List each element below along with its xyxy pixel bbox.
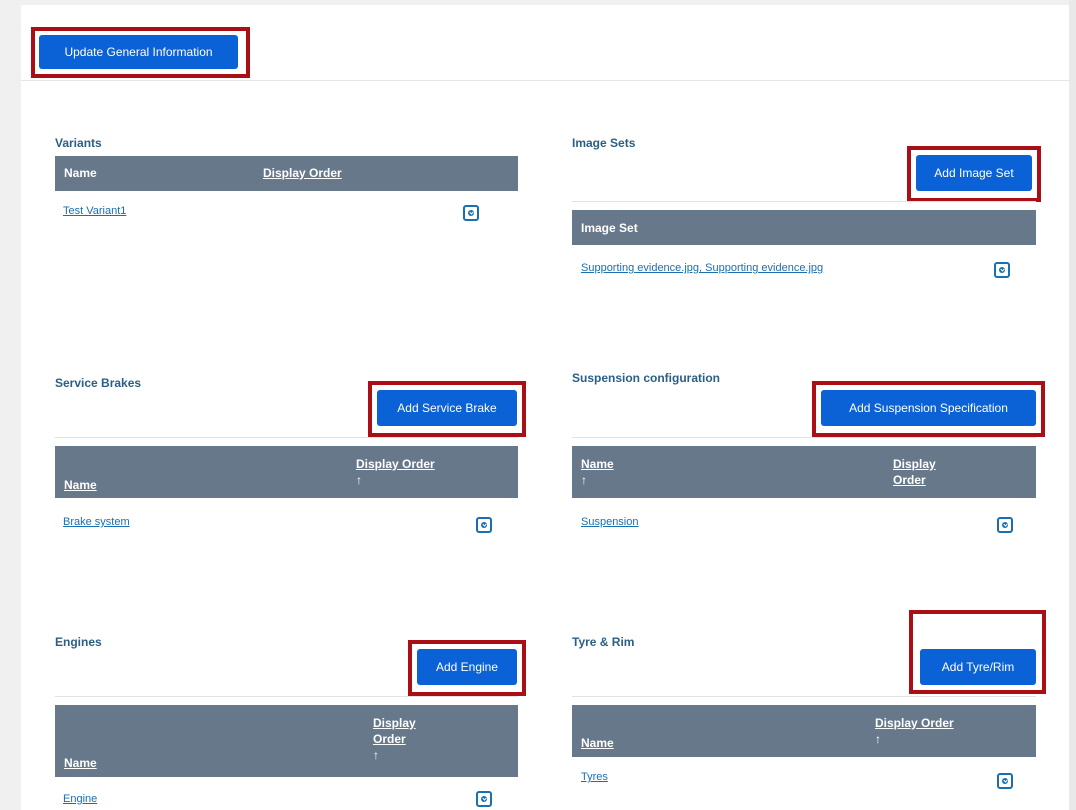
engine-row-link[interactable]: Engine — [63, 793, 97, 805]
variant-row-link[interactable]: Test Variant1 — [63, 205, 126, 217]
suspension-divider — [572, 437, 1036, 438]
engine-row-dropdown-icon[interactable] — [476, 791, 492, 807]
suspension-row-dropdown-icon[interactable] — [997, 517, 1013, 533]
image-sets-table-header: Image Set — [572, 210, 1036, 245]
tyre-rim-title: Tyre & Rim — [572, 635, 635, 649]
add-image-set-button[interactable]: Add Image Set — [916, 155, 1032, 191]
main-panel: Update General Information Variants Name… — [21, 5, 1069, 810]
add-engine-button[interactable]: Add Engine — [417, 649, 517, 685]
variant-row-dropdown-icon[interactable] — [463, 205, 479, 221]
suspension-row-link[interactable]: Suspension — [581, 516, 639, 528]
tyre-row-link[interactable]: Tyres — [581, 771, 608, 783]
image-sets-divider — [572, 201, 1036, 202]
variants-table-header: Name Display Order — [55, 156, 518, 191]
top-divider — [21, 80, 1069, 81]
image-sets-title: Image Sets — [572, 136, 636, 150]
tyre-rim-col-display-order[interactable]: Display Order — [875, 716, 954, 731]
tyre-rim-divider — [572, 696, 1036, 697]
scrollbar-track[interactable] — [1069, 0, 1076, 810]
service-brakes-sort-arrow-icon[interactable]: ↑ — [356, 473, 362, 488]
engines-col-name[interactable]: Name — [64, 756, 97, 771]
variants-title: Variants — [55, 136, 102, 150]
suspension-table-header: Name ↑ Display Order — [572, 446, 1036, 498]
variants-col-name: Name — [64, 166, 97, 180]
suspension-col-name[interactable]: Name — [581, 457, 614, 472]
variants-col-display-order[interactable]: Display Order — [263, 166, 342, 181]
suspension-title: Suspension configuration — [572, 371, 721, 385]
add-suspension-specification-button[interactable]: Add Suspension Specification — [821, 390, 1036, 426]
image-set-row-dropdown-icon[interactable] — [994, 262, 1010, 278]
image-sets-col-set: Image Set — [581, 221, 638, 235]
engines-divider — [55, 696, 518, 697]
engines-title: Engines — [55, 635, 102, 649]
image-set-row-link[interactable]: Supporting evidence.jpg, Supporting evid… — [581, 262, 823, 274]
service-brakes-col-name[interactable]: Name — [64, 478, 97, 493]
service-brakes-col-display-order[interactable]: Display Order — [356, 457, 435, 472]
tyre-rim-col-name[interactable]: Name — [581, 736, 614, 751]
add-service-brake-button[interactable]: Add Service Brake — [377, 390, 517, 426]
suspension-sort-arrow-icon[interactable]: ↑ — [581, 473, 587, 488]
tyre-rim-table-header: Name Display Order ↑ — [572, 705, 1036, 757]
tyre-rim-sort-arrow-icon[interactable]: ↑ — [875, 732, 881, 747]
engines-table-header: Name Display Order ↑ — [55, 705, 518, 777]
update-general-information-button[interactable]: Update General Information — [39, 35, 238, 69]
brake-row-link[interactable]: Brake system — [63, 516, 130, 528]
engines-col-display[interactable]: Display — [373, 716, 416, 731]
service-brakes-title: Service Brakes — [55, 376, 142, 390]
engines-sort-arrow-icon[interactable]: ↑ — [373, 748, 379, 763]
tyre-row-dropdown-icon[interactable] — [997, 773, 1013, 789]
service-brakes-table-header: Name Display Order ↑ — [55, 446, 518, 498]
brake-row-dropdown-icon[interactable] — [476, 517, 492, 533]
engines-col-order[interactable]: Order — [373, 732, 406, 747]
suspension-col-order[interactable]: Order — [893, 473, 926, 488]
suspension-col-display[interactable]: Display — [893, 457, 936, 472]
service-brakes-divider — [55, 437, 518, 438]
add-tyre-rim-button[interactable]: Add Tyre/Rim — [920, 649, 1036, 685]
